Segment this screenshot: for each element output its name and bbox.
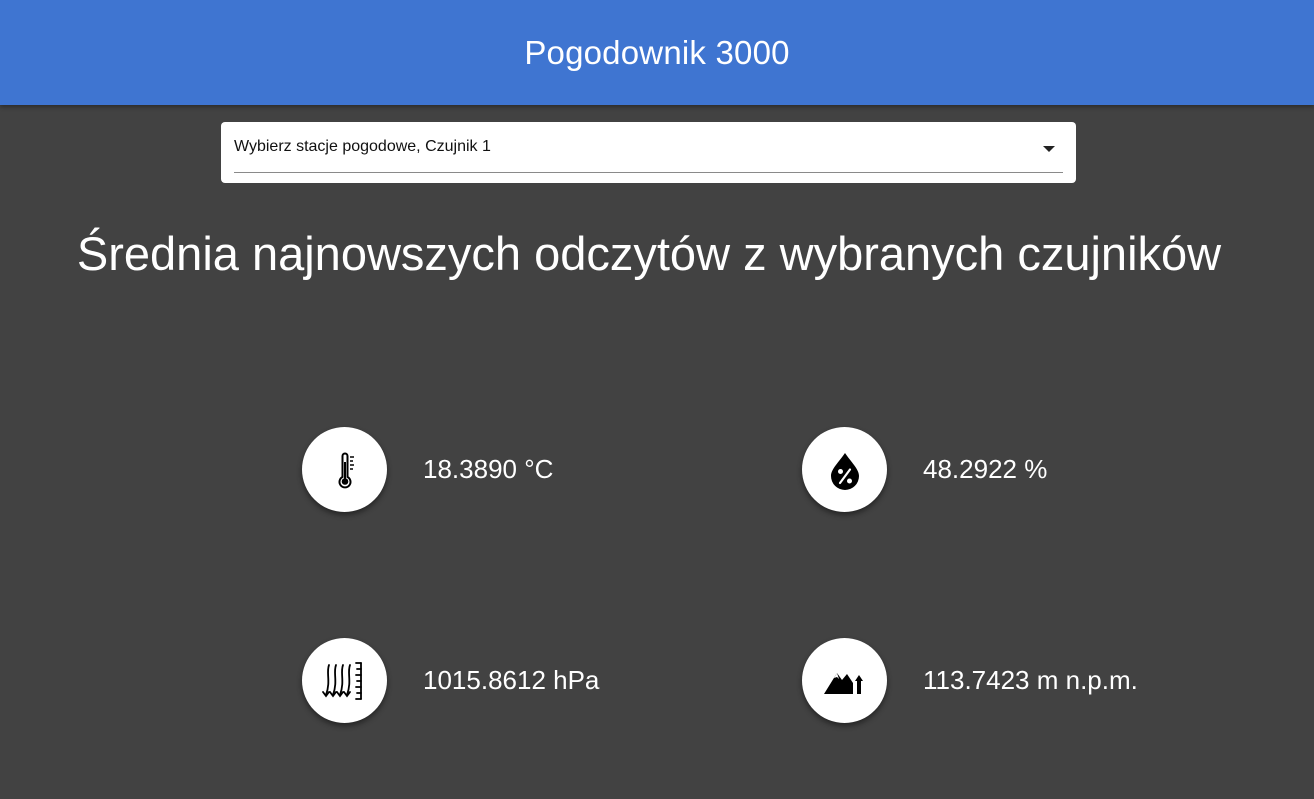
app-bar: Pogodownik 3000: [0, 0, 1314, 105]
humidity-drop-icon: [802, 427, 887, 512]
humidity-reading: 48.2922 %: [802, 427, 1047, 512]
pressure-reading: 1015.8612 hPa: [302, 638, 599, 723]
app-title: Pogodownik 3000: [524, 33, 790, 71]
mountain-altitude-icon: [802, 638, 887, 723]
station-select[interactable]: Wybierz stacje pogodowe, Czujnik 1: [221, 122, 1076, 183]
pressure-icon: [302, 638, 387, 723]
select-underline: [234, 172, 1063, 173]
section-title: Średnia najnowszych odczytów z wybranych…: [76, 227, 1222, 280]
humidity-value: 48.2922 %: [923, 454, 1048, 484]
altitude-value: 113.7423 m n.p.m.: [923, 665, 1138, 695]
temperature-value: 18.3890 °C: [423, 454, 554, 484]
station-select-value: Wybierz stacje pogodowe, Czujnik 1: [234, 138, 491, 155]
temperature-reading: 18.3890 °C: [302, 427, 553, 512]
altitude-reading: 113.7423 m n.p.m.: [802, 638, 1138, 723]
thermometer-icon: [302, 427, 387, 512]
arrow-drop-down-icon[interactable]: [1043, 146, 1055, 152]
pressure-value: 1015.8612 hPa: [423, 665, 600, 695]
